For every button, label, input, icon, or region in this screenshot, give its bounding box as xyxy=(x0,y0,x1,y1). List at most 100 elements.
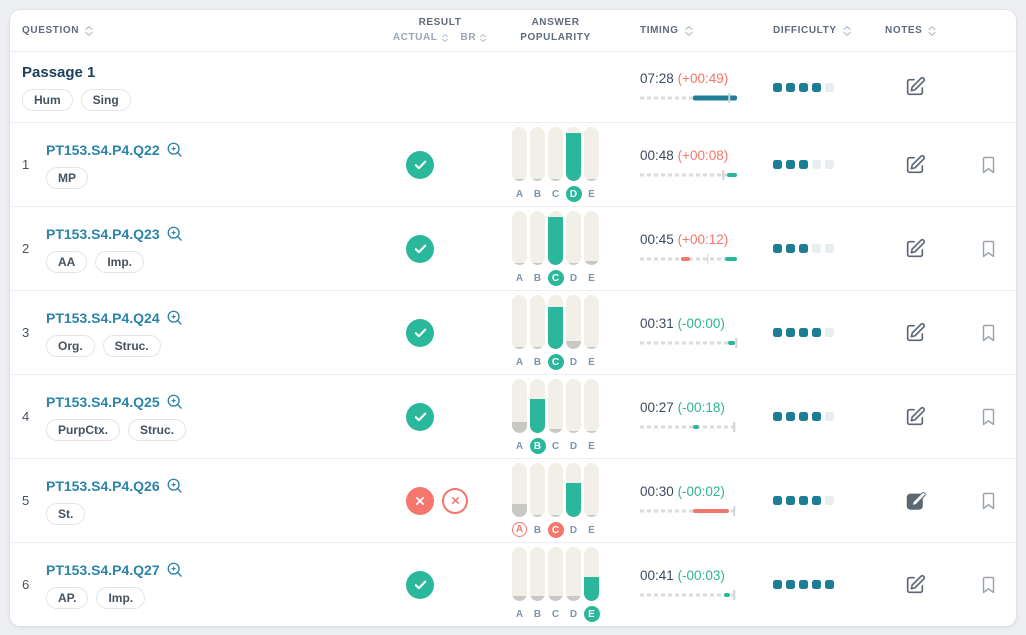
answer-bar-track xyxy=(566,127,581,181)
bookmark-icon[interactable] xyxy=(981,324,996,342)
difficulty-dot xyxy=(773,328,782,337)
sort-icon[interactable] xyxy=(441,33,449,43)
answer-bar-track xyxy=(548,547,563,601)
answer-popularity-chart: A B C D E xyxy=(512,211,599,286)
time-delta: (-00:00) xyxy=(678,316,725,331)
row-number: 1 xyxy=(22,157,36,172)
bookmark-icon[interactable] xyxy=(981,240,996,258)
answer-letter-A: A xyxy=(512,522,527,537)
answer-bar-A: A xyxy=(512,463,527,538)
actual-header-label[interactable]: ACTUAL xyxy=(393,31,438,46)
column-header-notes[interactable]: NOTES xyxy=(870,25,1016,37)
result-cell xyxy=(385,235,495,263)
answer-bar-track xyxy=(512,547,527,601)
notes-cell xyxy=(870,406,1016,428)
tag-row: St. xyxy=(46,503,184,525)
answer-popularity-chart: A B C D E xyxy=(512,463,599,538)
zoom-question-icon[interactable] xyxy=(166,393,184,411)
answer-letter-E: E xyxy=(584,438,600,454)
edit-note-icon[interactable] xyxy=(904,238,926,260)
question-link[interactable]: PT153.S4.P4.Q22 xyxy=(46,142,160,158)
timing-track xyxy=(640,426,737,429)
br-header-label[interactable]: BR xyxy=(461,31,477,46)
answer-bar-D: D xyxy=(566,127,581,202)
question-cell: 1 PT153.S4.P4.Q22 MP xyxy=(10,141,385,189)
answer-bar-C: C xyxy=(548,379,563,454)
timing-track xyxy=(640,594,737,597)
zoom-question-icon[interactable] xyxy=(166,309,184,327)
timing-header-label: TIMING xyxy=(640,25,679,36)
timing-cell: 00:27 (-00:18) xyxy=(640,400,770,433)
sort-icon[interactable] xyxy=(479,33,487,43)
correct-check-icon xyxy=(406,151,434,179)
row-number: 6 xyxy=(22,577,36,592)
bookmark-icon[interactable] xyxy=(981,408,996,426)
answer-letter-C: C xyxy=(548,186,564,202)
sort-icon[interactable] xyxy=(84,25,94,37)
question-row: 3 PT153.S4.P4.Q24 Org.Struc. A B C D E xyxy=(10,290,1016,374)
bookmark-icon[interactable] xyxy=(981,492,996,510)
sort-icon[interactable] xyxy=(842,25,852,37)
answer-bar-track xyxy=(566,547,581,601)
answer-bar-C: C xyxy=(548,127,563,202)
question-link[interactable]: PT153.S4.P4.Q25 xyxy=(46,394,160,410)
edit-note-icon[interactable] xyxy=(904,574,926,596)
answer-letter-D: D xyxy=(566,270,582,286)
answer-bar-track xyxy=(530,463,545,517)
answer-bar-track xyxy=(530,379,545,433)
time-spent: 00:41 xyxy=(640,568,674,583)
question-row: 1 PT153.S4.P4.Q22 MP A B C D E xyxy=(10,122,1016,206)
edit-note-icon[interactable] xyxy=(904,406,926,428)
sort-icon[interactable] xyxy=(927,25,937,37)
difficulty-dot xyxy=(786,496,795,505)
answer-bar-fill xyxy=(512,596,527,601)
bookmark-icon[interactable] xyxy=(981,156,996,174)
answer-bar-fill xyxy=(566,133,581,181)
answer-bar-track xyxy=(512,127,527,181)
answer-bar-track xyxy=(530,547,545,601)
edit-note-icon[interactable] xyxy=(904,76,926,98)
answer-bar-track xyxy=(566,295,581,349)
answer-bar-track xyxy=(512,211,527,265)
question-link[interactable]: PT153.S4.P4.Q26 xyxy=(46,478,160,494)
answer-letter-D: D xyxy=(566,522,582,538)
timing-segment xyxy=(727,173,737,177)
column-header-timing[interactable]: TIMING xyxy=(630,25,770,37)
question-cell: 4 PT153.S4.P4.Q25 PurpCtx.Struc. xyxy=(10,393,385,441)
edit-note-filled-icon[interactable] xyxy=(904,490,926,512)
question-cell: 2 PT153.S4.P4.Q23 AAImp. xyxy=(10,225,385,273)
question-cell: 5 PT153.S4.P4.Q26 St. xyxy=(10,477,385,525)
tag-pill: Sing xyxy=(81,89,131,111)
notes-cell xyxy=(870,574,1016,596)
timing-track xyxy=(640,342,737,345)
difficulty-rating xyxy=(773,83,870,92)
answer-bar-track xyxy=(566,379,581,433)
question-row: 4 PT153.S4.P4.Q25 PurpCtx.Struc. A B C D xyxy=(10,374,1016,458)
answer-bar-fill xyxy=(548,429,563,433)
question-link[interactable]: PT153.S4.P4.Q23 xyxy=(46,226,160,242)
difficulty-dot xyxy=(786,160,795,169)
difficulty-dot xyxy=(825,412,834,421)
zoom-question-icon[interactable] xyxy=(166,225,184,243)
answer-letter-D: D xyxy=(566,606,582,622)
tag-pill: St. xyxy=(46,503,85,525)
difficulty-dot xyxy=(786,328,795,337)
column-header-difficulty[interactable]: DIFFICULTY xyxy=(770,25,870,37)
zoom-question-icon[interactable] xyxy=(166,141,184,159)
zoom-question-icon[interactable] xyxy=(166,561,184,579)
incorrect-x-icon xyxy=(406,487,434,515)
answer-letter-B: B xyxy=(530,606,546,622)
difficulty-dot xyxy=(799,328,808,337)
column-header-question[interactable]: QUESTION xyxy=(10,25,385,37)
question-link[interactable]: PT153.S4.P4.Q24 xyxy=(46,310,160,326)
bookmark-icon[interactable] xyxy=(981,576,996,594)
zoom-question-icon[interactable] xyxy=(166,477,184,495)
difficulty-rating xyxy=(773,580,870,589)
edit-note-icon[interactable] xyxy=(904,154,926,176)
sort-icon[interactable] xyxy=(684,25,694,37)
answer-bar-track xyxy=(530,211,545,265)
edit-note-icon[interactable] xyxy=(904,322,926,344)
answer-bar-track xyxy=(584,127,599,181)
tag-row: AP.Imp. xyxy=(46,587,184,609)
question-link[interactable]: PT153.S4.P4.Q27 xyxy=(46,562,160,578)
